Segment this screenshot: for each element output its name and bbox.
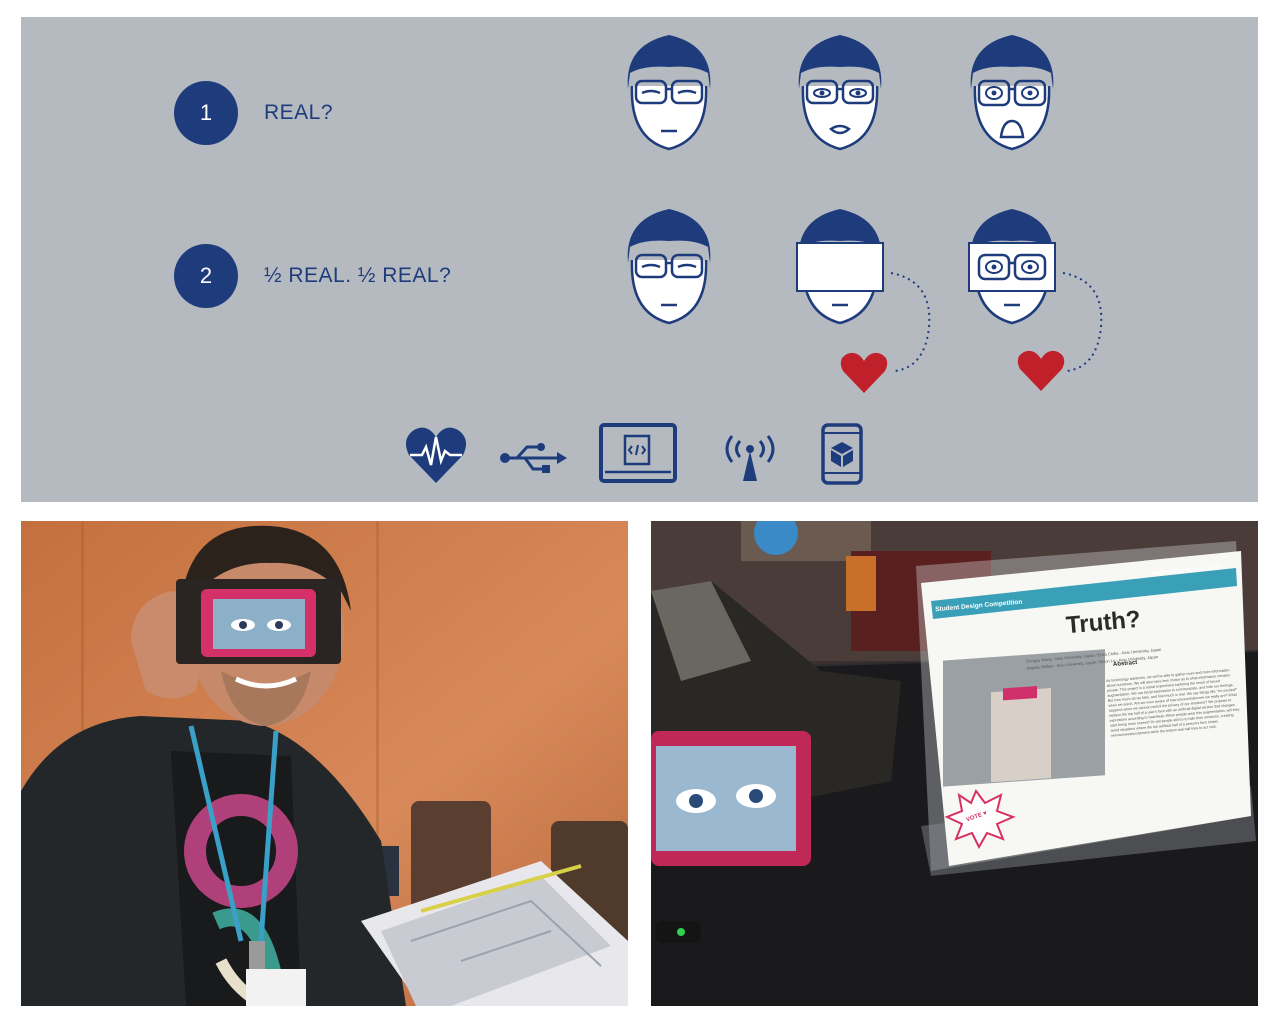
face-screen-eyes-icon <box>968 209 1056 325</box>
phone-cube-icon <box>821 423 863 485</box>
person-photo-illustration <box>21 521 628 1006</box>
photo-person-with-headset <box>21 521 628 1006</box>
step-2: 2 ½ REAL. ½ REAL? <box>174 244 451 308</box>
dotted-connector-icon <box>890 272 931 372</box>
step-number-badge: 1 <box>174 81 238 145</box>
usb-icon <box>500 443 567 473</box>
placard-banner-left: Student Design Competition <box>934 598 1023 614</box>
heartbeat-icon <box>405 427 467 483</box>
concept-diagram-panel: 1 REAL? 2 ½ REAL. ½ REAL? <box>21 17 1258 502</box>
step-1: 1 REAL? <box>174 81 333 145</box>
heart-icon <box>1017 350 1065 391</box>
placard-abstract-body: As technology advances, we will be able … <box>1106 668 1240 738</box>
placard-banner-right: Augmented Human 2015 <box>1150 564 1222 577</box>
face-shocked-icon <box>970 35 1054 151</box>
face-blank-screen-icon <box>796 209 884 325</box>
placard-title: Truth? <box>1064 605 1142 640</box>
vote-badge: VOTE ♥ <box>965 810 988 824</box>
face-sleepy-icon <box>627 35 711 151</box>
step-number-badge: 2 <box>174 244 238 308</box>
step-label: ½ REAL. ½ REAL? <box>264 264 452 287</box>
step-label: REAL? <box>264 101 334 124</box>
wireless-tower-icon <box>725 435 775 481</box>
placard: Augmented Human 2015 Student Design Comp… <box>651 521 1258 1006</box>
face-sleepy-icon <box>627 209 711 325</box>
code-tablet-icon <box>599 423 677 483</box>
heart-icon <box>840 352 888 393</box>
face-calm-icon <box>798 35 882 151</box>
placard-abstract-heading: Abstract <box>1112 659 1138 669</box>
photo-exhibit-table: Augmented Human 2015 Student Design Comp… <box>651 521 1258 1006</box>
